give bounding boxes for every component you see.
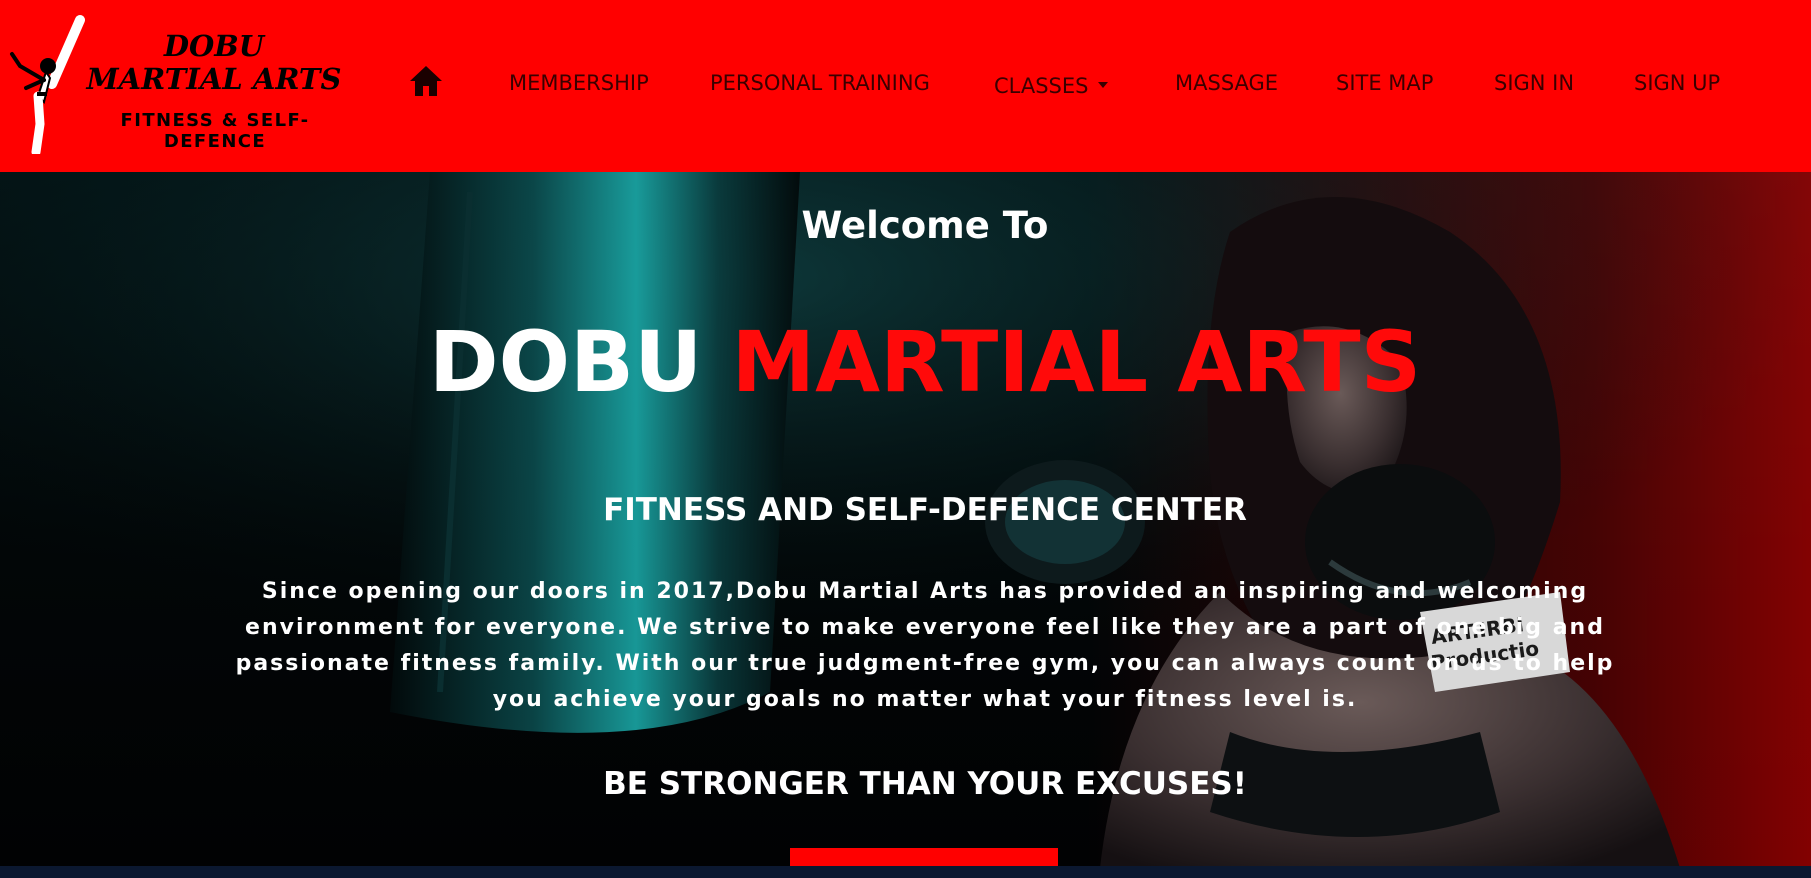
- home-icon[interactable]: [408, 64, 444, 98]
- logo-title-line1: DOBU: [163, 29, 265, 63]
- hero-subtitle: FITNESS AND SELF-DEFENCE CENTER: [603, 492, 1247, 528]
- welcome-heading: Welcome To: [801, 204, 1049, 247]
- hero-intro-paragraph: Since opening our doors in 2017,Dobu Mar…: [235, 579, 1615, 712]
- hero-cta-button[interactable]: [790, 848, 1058, 868]
- nav-classes-label: CLASSES: [994, 74, 1089, 98]
- nav-massage[interactable]: MASSAGE: [1175, 70, 1278, 96]
- hero-content: Welcome To DOBU MARTIAL ARTS FITNESS AND…: [0, 172, 1811, 868]
- logo-title-line2: MARTIAL ARTS: [86, 62, 342, 96]
- hero-title-red: MARTIAL ARTS: [731, 313, 1422, 411]
- nav-classes-dropdown[interactable]: CLASSES: [994, 73, 1109, 99]
- nav-sign-in[interactable]: SIGN IN: [1494, 70, 1574, 96]
- os-taskbar: [0, 866, 1811, 878]
- logo-tagline: FITNESS & SELF-DEFENCE: [120, 110, 310, 152]
- nav-personal-training[interactable]: PERSONAL TRAINING: [710, 70, 930, 96]
- hero-title-white: DOBU: [428, 313, 703, 411]
- nav-sign-up[interactable]: SIGN UP: [1634, 70, 1720, 96]
- hero-section: ART.IRBI Productio Welcome To DOBU MARTI…: [0, 172, 1811, 868]
- hero-brand-title: DOBU MARTIAL ARTS: [0, 312, 1811, 412]
- hero-slogan: BE STRONGER THAN YOUR EXCUSES!: [603, 766, 1247, 802]
- logo-title: DOBU MARTIAL ARTS: [80, 30, 348, 96]
- nav-site-map[interactable]: SITE MAP: [1336, 70, 1433, 96]
- site-logo[interactable]: DOBU MARTIAL ARTS FITNESS & SELF-DEFENCE: [8, 14, 348, 154]
- nav-membership[interactable]: MEMBERSHIP: [509, 70, 649, 96]
- top-navbar: DOBU MARTIAL ARTS FITNESS & SELF-DEFENCE…: [0, 0, 1811, 172]
- caret-down-icon: [1098, 82, 1109, 88]
